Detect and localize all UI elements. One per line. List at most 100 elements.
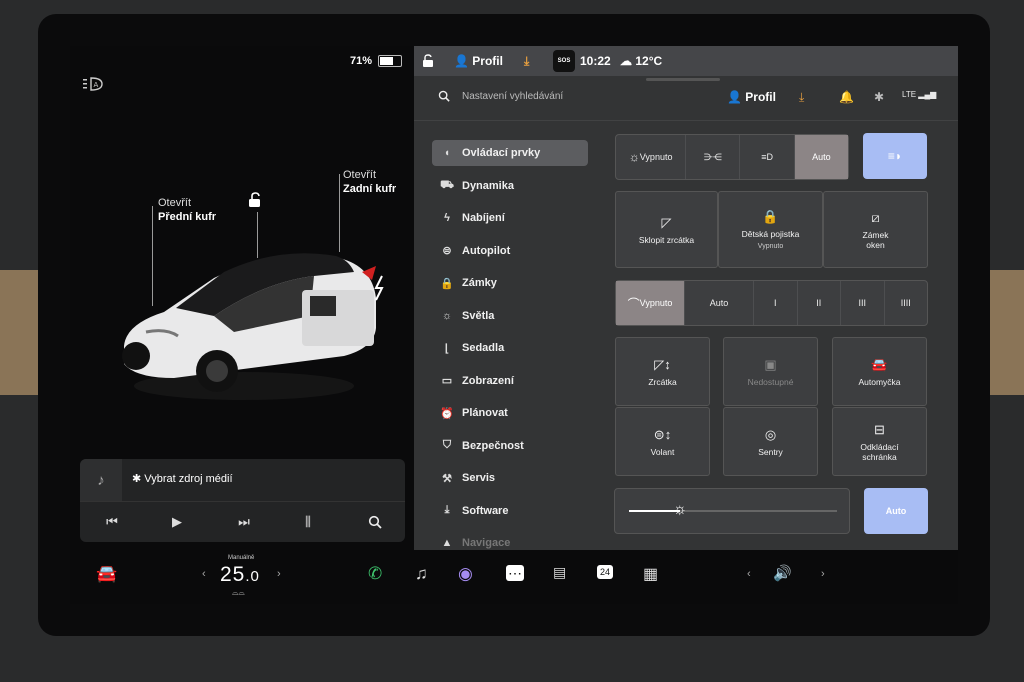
drawer-handle[interactable] — [646, 78, 720, 81]
outside-temperature: 12°C — [635, 54, 663, 68]
cabin-temperature[interactable]: 25.0 — [220, 563, 260, 587]
menu-item-10[interactable]: ⛉ Bezpečnost — [432, 433, 588, 459]
menu-item-4[interactable]: ⊜ Autopilot — [432, 238, 588, 264]
wiper-selector: ⌒ Vypnuto Auto I II III IIII — [615, 280, 928, 326]
search-input[interactable]: Nastavení vyhledávání — [462, 91, 563, 102]
bluetooth-icon[interactable]: ✱ — [874, 90, 884, 104]
header-divider — [414, 120, 958, 121]
menu-item-7[interactable]: ⌊ Sedadla — [432, 335, 588, 361]
wipers-off-label: Vypnuto — [639, 298, 673, 308]
menu-item-9[interactable]: ⏰ Plánovat — [432, 400, 588, 426]
profile-button[interactable]: 👤 Profil — [727, 90, 776, 104]
child-lock-button[interactable]: 🔒 Dětská pojistka Vypnuto — [718, 191, 823, 268]
menu-item-2[interactable]: ⛟ Dynamika — [432, 173, 588, 199]
child-lock-icon: 🔒 — [762, 209, 779, 224]
download-icon[interactable]: ⤓ — [524, 54, 529, 69]
brightness-auto-button[interactable]: Auto — [864, 488, 928, 534]
alarm-clock-icon: ⏰ — [440, 407, 454, 420]
mirrors-label: Zrcátka — [648, 376, 677, 387]
glovebox-button[interactable]: ⊟ Odkládací schránka — [832, 407, 927, 476]
unlock-icon[interactable] — [247, 192, 263, 208]
lights-off-option[interactable]: ☼ Vypnuto — [616, 135, 687, 179]
menu-item-12[interactable]: ⤓ Software — [432, 498, 588, 524]
menu-item-6[interactable]: ☼ Světla — [432, 303, 588, 329]
media-source-select[interactable]: ✱ Vybrat zdroj médií — [132, 472, 233, 485]
child-lock-state: Vypnuto — [757, 243, 784, 250]
menu-item-3[interactable]: ϟ Nabíjení — [432, 205, 588, 231]
volume-down-chevron-icon[interactable]: ‹ — [747, 568, 751, 580]
fold-mirrors-button[interactable]: ◸ Sklopit zrcátka — [615, 191, 718, 268]
menu-item-11[interactable]: ⚒ Servis — [432, 465, 588, 491]
steering-adjust-button[interactable]: ⊜↕ Volant — [615, 407, 710, 476]
brightness-sun-icon[interactable]: ☼ — [672, 502, 687, 518]
previous-track-button[interactable]: ⏮ — [100, 511, 124, 533]
climate-mode-label: Manuálně — [228, 555, 255, 561]
parking-lights-option[interactable]: ⋺⋲ — [686, 135, 741, 179]
unlock-icon[interactable] — [422, 54, 434, 68]
media-search-button[interactable] — [363, 511, 387, 533]
equalizer-button[interactable]: ⫼ — [296, 511, 320, 533]
brightness-slider[interactable]: ☼ — [614, 488, 850, 534]
toybox-app-icon[interactable]: ▦ — [643, 564, 658, 584]
wiper-speed-3[interactable]: III — [841, 281, 885, 325]
rear-trunk-button[interactable]: Otevřít Zadní kufr — [343, 168, 396, 196]
mirrors-adjust-button[interactable]: ◸↕ Zrcátka — [615, 337, 710, 406]
settings-search[interactable]: Nastavení vyhledávání — [438, 90, 563, 102]
music-icon[interactable]: ♫ — [415, 564, 428, 584]
more-apps-icon[interactable]: ⋯ — [506, 565, 524, 581]
menu-item-13[interactable]: ▲ Navigace — [432, 530, 588, 550]
auto-headlight-icon[interactable]: A — [82, 76, 104, 92]
glovebox-icon: ⊟ — [874, 421, 885, 437]
profile-label: Profil — [745, 90, 776, 104]
volume-up-chevron-icon[interactable]: › — [821, 568, 825, 580]
music-note-icon: ♪ — [80, 459, 122, 501]
window-lock-label: Zámek oken — [863, 230, 889, 250]
lte-label: LTE — [902, 90, 917, 99]
low-beam-option[interactable]: ≡D — [740, 135, 795, 179]
sun-icon: ☼ — [441, 309, 453, 322]
car-icon[interactable]: 🚘 — [96, 564, 117, 584]
parking-lights-icon: ⋺⋲ — [703, 151, 722, 162]
notification-bell-icon[interactable]: 🔔 — [839, 90, 854, 104]
wiper-speed-2[interactable]: II — [798, 281, 841, 325]
car-wash-button[interactable]: 🚘 Automyčka — [832, 337, 927, 406]
person-icon: 👤 — [727, 90, 746, 104]
equalizer-icon: ⫼ — [305, 514, 311, 529]
notes-app-icon[interactable]: ▤ — [553, 564, 566, 581]
play-button[interactable]: ▶ — [165, 511, 189, 533]
phone-icon[interactable]: ✆ — [368, 564, 382, 584]
front-trunk-button[interactable]: Otevřít Přední kufr — [158, 196, 216, 224]
sentry-button[interactable]: ◎ Sentry — [723, 407, 818, 476]
software-update-icon[interactable]: ⤓ — [799, 90, 804, 105]
temp-up-chevron-icon[interactable]: › — [277, 568, 281, 580]
seat-heat-icon[interactable]: ⌓⌓ — [232, 588, 245, 598]
wipers-off-option[interactable]: ⌒ Vypnuto — [616, 281, 685, 325]
car-icon: ⛟ — [440, 178, 454, 191]
steering-wheel-icon: ⊜ — [442, 245, 452, 257]
camera-app-icon[interactable]: ◉ — [458, 564, 473, 584]
wood-trim-left — [0, 270, 38, 395]
wiper-speed-1[interactable]: I — [754, 281, 798, 325]
menu-item-1[interactable]: ◖ Ovládací prvky — [432, 140, 588, 166]
skip-next-icon: ⏭ — [238, 514, 250, 529]
volume-icon[interactable]: 🔊 — [773, 564, 792, 582]
auto-high-beam-button[interactable]: ≡◗ — [863, 133, 927, 179]
wipers-auto-option[interactable]: Auto — [685, 281, 754, 325]
temp-down-chevron-icon[interactable]: ‹ — [202, 568, 206, 580]
next-track-button[interactable]: ⏭ — [232, 511, 256, 533]
menu-item-label: Autopilot — [462, 244, 511, 257]
sos-button[interactable]: SOS — [553, 50, 575, 72]
window-lock-icon: ⧄ — [871, 209, 880, 225]
topbar-profile[interactable]: 👤 Profil — [454, 54, 503, 68]
menu-item-label: Software — [462, 504, 509, 517]
media-source-row[interactable]: ♪ ✱ Vybrat zdroj médií — [80, 459, 405, 502]
wiper-speed-4[interactable]: IIII — [885, 281, 928, 325]
glovebox-line1: Odkládací — [860, 441, 899, 452]
window-lock-button[interactable]: ⧄ Zámek oken — [823, 191, 928, 268]
menu-item-8[interactable]: ▭ Zobrazení — [432, 368, 588, 394]
lights-auto-option[interactable]: Auto — [794, 135, 848, 179]
menu-item-5[interactable]: 🔒 Zámky — [432, 270, 588, 296]
calendar-icon[interactable]: 24 — [597, 565, 614, 579]
battery-status: 71% — [350, 55, 402, 67]
rear-trunk-action: Otevřít — [343, 169, 377, 181]
